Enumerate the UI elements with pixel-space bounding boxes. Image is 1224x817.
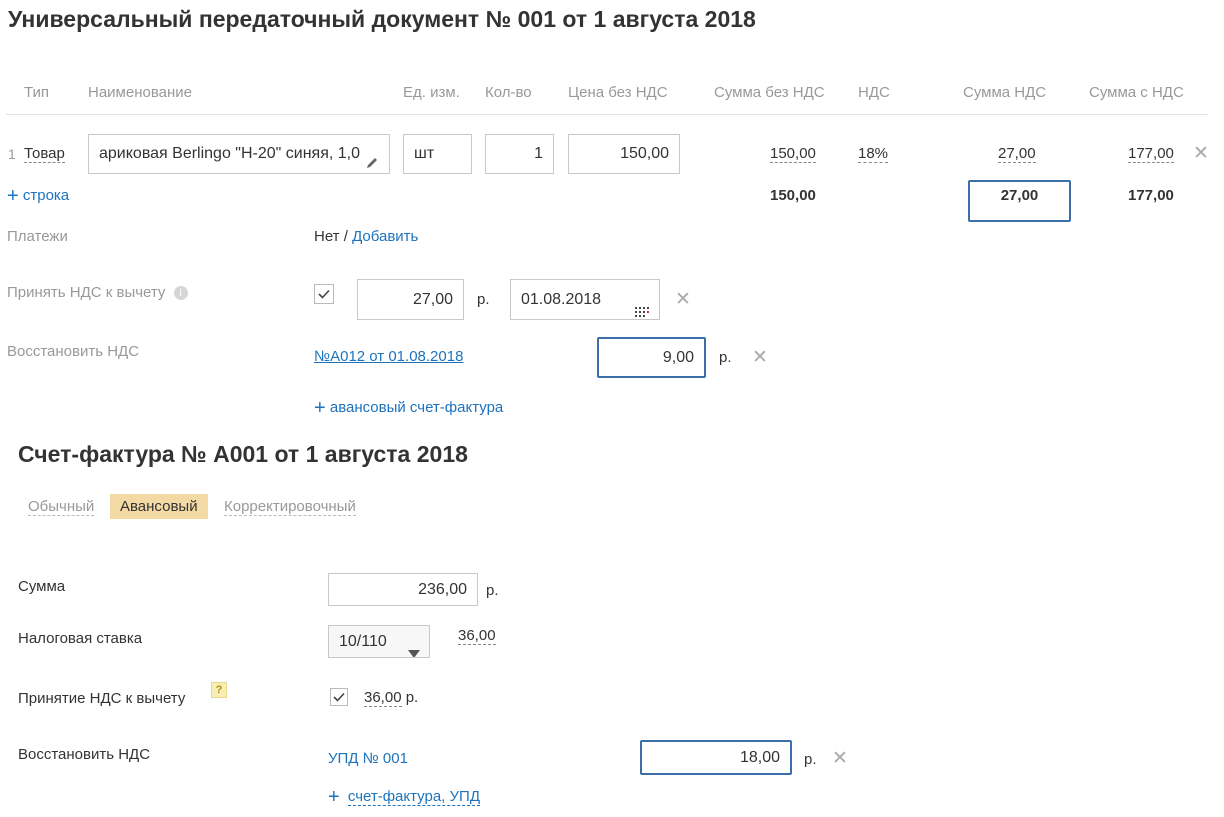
col-sum-with-vat-header: Сумма с НДС: [1089, 84, 1184, 101]
checkmark-icon: [318, 289, 330, 299]
row-sum-no-vat[interactable]: 150,00: [770, 145, 816, 163]
col-sum-no-vat-header: Сумма без НДС: [714, 84, 825, 101]
invoice-accept-vat-currency: р.: [405, 689, 419, 706]
add-row-button[interactable]: + строка: [7, 185, 69, 207]
unit-input[interactable]: шт: [403, 134, 472, 174]
payments-label: Платежи: [7, 228, 68, 245]
add-linked-docs-label: счет-фактура, УПД: [347, 788, 480, 806]
invoice-restore-vat-currency: р.: [804, 751, 817, 768]
accept-vat-checkbox[interactable]: [314, 284, 334, 304]
invoice-accept-vat-value: 36,00 р.: [364, 689, 419, 707]
row-vat-rate[interactable]: 18%: [858, 145, 889, 163]
remove-accept-vat-icon[interactable]: ✕: [675, 290, 691, 309]
invoice-accept-vat-label-text: Принятие НДС к вычету: [18, 690, 186, 707]
restore-vat-amount-input[interactable]: 9,00: [597, 337, 706, 378]
col-vat-header: НДС: [858, 84, 890, 101]
remove-restore-vat-icon[interactable]: ✕: [752, 348, 768, 367]
add-payment-link[interactable]: Добавить: [352, 228, 418, 245]
col-type-header: Тип: [24, 84, 50, 101]
remove-invoice-restore-vat-icon[interactable]: ✕: [832, 749, 848, 768]
row-type-select[interactable]: Товар: [24, 145, 65, 163]
accept-vat-date-value: 01.08.2018: [521, 291, 602, 308]
item-name-input[interactable]: ариковая Berlingo "H-20" синяя, 1,0: [88, 134, 390, 174]
add-advance-invoice-button[interactable]: + авансовый счет-фактура: [314, 397, 503, 419]
tab-corrective[interactable]: Корректировочный: [224, 498, 356, 516]
payments-separator: /: [339, 228, 353, 245]
col-vat-sum-header: Сумма НДС: [963, 84, 1047, 101]
invoice-accept-vat-checkbox[interactable]: [330, 688, 348, 706]
invoice-sum-currency: р.: [486, 582, 499, 599]
accept-vat-date-input[interactable]: 01.08.2018: [510, 279, 660, 320]
row-number: 1: [8, 146, 16, 162]
invoice-restore-vat-label: Восстановить НДС: [18, 746, 151, 763]
help-icon[interactable]: ?: [211, 682, 227, 698]
tax-rate-selected: 10/110: [339, 633, 387, 650]
total-sum-with-vat: 177,00: [1128, 187, 1174, 204]
accept-vat-amount-input[interactable]: 27,00: [357, 279, 464, 320]
restore-vat-doc-link[interactable]: №А012 от 01.08.2018: [314, 348, 463, 365]
dropdown-arrow-icon: [408, 638, 420, 657]
info-icon[interactable]: i: [173, 286, 188, 300]
accept-vat-label-text: Принять НДС к вычету: [7, 284, 166, 301]
remove-row-icon[interactable]: ✕: [1193, 144, 1209, 163]
col-name-header: Наименование: [88, 84, 192, 101]
invoice-sum-input[interactable]: 236,00: [328, 573, 478, 606]
col-qty-header: Кол-во: [485, 84, 532, 101]
upd-title: Универсальный передаточный документ № 00…: [8, 6, 756, 32]
plus-icon: +: [328, 786, 340, 808]
col-price-header: Цена без НДС: [568, 84, 668, 101]
add-advance-invoice-label: авансовый счет-фактура: [329, 399, 504, 416]
tab-regular[interactable]: Обычный: [28, 498, 95, 516]
restore-vat-currency: р.: [719, 349, 732, 366]
payments-none: Нет: [314, 228, 340, 245]
row-vat-sum[interactable]: 27,00: [998, 145, 1036, 163]
plus-icon: +: [314, 397, 326, 419]
plus-icon: +: [7, 185, 19, 207]
accept-vat-label: Принять НДС к вычету i: [7, 284, 188, 301]
add-row-label: строка: [22, 187, 70, 204]
pencil-icon[interactable]: [365, 147, 379, 168]
col-unit-header: Ед. изм.: [403, 84, 460, 101]
add-linked-docs-button[interactable]: + счет-фактура, УПД: [328, 786, 480, 808]
invoice-title: Счет-фактура № А001 от 1 августа 2018: [18, 441, 468, 467]
qty-input[interactable]: 1: [485, 134, 554, 174]
invoice-accept-vat-amount[interactable]: 36,00: [364, 689, 402, 707]
table-row: 1 Товар ариковая Berlingo "H-20" синяя, …: [0, 133, 1224, 175]
tax-rate-select[interactable]: 10/110: [328, 625, 430, 658]
payments-value: Нет / Добавить: [314, 228, 418, 245]
invoice-restore-vat-amount-input[interactable]: 18,00: [640, 740, 792, 775]
tab-advance[interactable]: Авансовый: [110, 494, 208, 519]
total-sum-no-vat: 150,00: [770, 187, 816, 204]
total-vat-sum-field[interactable]: 27,00: [968, 180, 1071, 222]
item-name-value: ариковая Berlingo "H-20" синяя, 1,0: [99, 145, 361, 162]
invoice-sum-label: Сумма: [18, 578, 66, 595]
price-input[interactable]: 150,00: [568, 134, 680, 174]
tax-rate-computed[interactable]: 36,00: [458, 627, 496, 645]
invoice-accept-vat-label: Принятие НДС к вычету: [18, 690, 185, 707]
checkmark-icon: [333, 692, 345, 702]
row-sum-with-vat[interactable]: 177,00: [1128, 145, 1174, 163]
accept-vat-currency: р.: [477, 291, 490, 308]
calendar-icon[interactable]: [635, 294, 649, 317]
invoice-restore-vat-doc-link[interactable]: УПД № 001: [328, 750, 408, 767]
header-divider: [6, 114, 1208, 115]
restore-vat-label: Восстановить НДС: [7, 343, 140, 360]
tax-rate-label: Налоговая ставка: [18, 630, 143, 647]
